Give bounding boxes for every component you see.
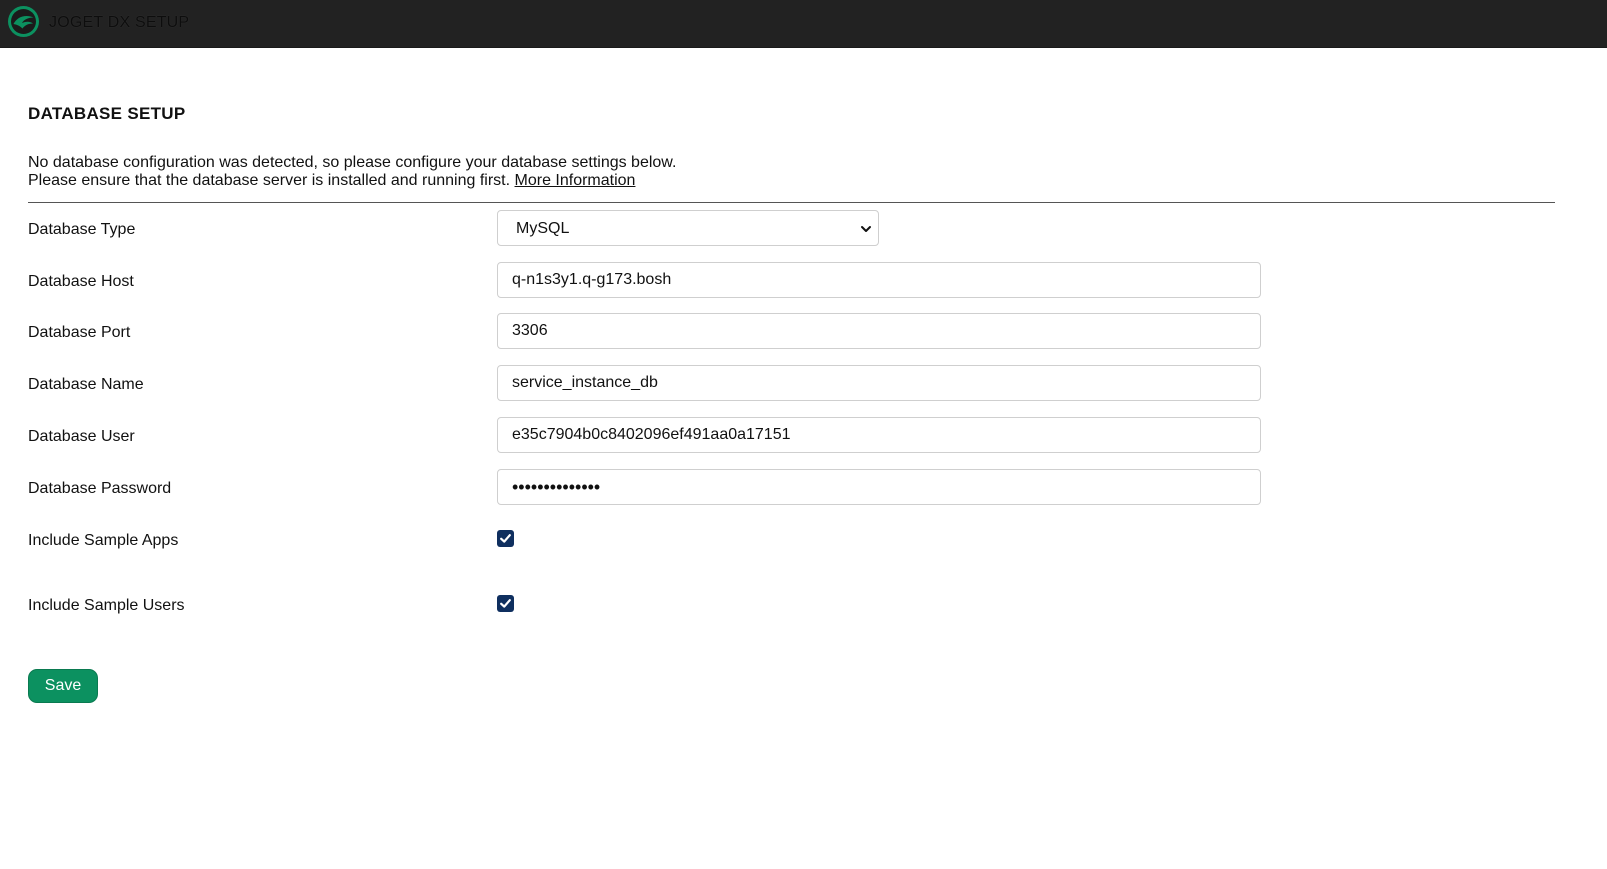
checkmark-icon bbox=[500, 534, 511, 543]
intro-text: No database configuration was detected, … bbox=[28, 154, 676, 190]
checkmark-icon bbox=[500, 599, 511, 608]
database-type-select[interactable]: MySQL bbox=[497, 210, 879, 246]
database-host-row: Database Host bbox=[28, 262, 1556, 298]
database-type-row: Database Type MySQL bbox=[28, 210, 1556, 246]
database-name-label: Database Name bbox=[28, 376, 144, 393]
intro-line-1: No database configuration was detected, … bbox=[28, 154, 677, 171]
database-port-label: Database Port bbox=[28, 324, 131, 341]
database-password-row: Database Password bbox=[28, 469, 1556, 505]
include-sample-users-row: Include Sample Users bbox=[28, 593, 1556, 629]
intro-line-2: Please ensure that the database server i… bbox=[28, 172, 676, 190]
database-user-row: Database User bbox=[28, 417, 1556, 453]
database-name-row: Database Name bbox=[28, 365, 1556, 401]
chevron-down-icon bbox=[859, 222, 873, 236]
include-sample-users-checkbox[interactable] bbox=[497, 595, 514, 612]
database-password-label: Database Password bbox=[28, 480, 172, 497]
database-name-input[interactable] bbox=[497, 365, 1261, 401]
app-title: JOGET DX SETUP bbox=[49, 14, 190, 31]
database-port-row: Database Port bbox=[28, 313, 1556, 349]
more-information-link[interactable]: More Information bbox=[515, 172, 636, 189]
database-host-label: Database Host bbox=[28, 273, 134, 290]
joget-logo-icon bbox=[7, 5, 40, 38]
database-password-input[interactable] bbox=[497, 469, 1261, 505]
divider bbox=[28, 202, 1555, 203]
save-button[interactable]: Save bbox=[28, 669, 98, 703]
database-user-input[interactable] bbox=[497, 417, 1261, 453]
include-sample-apps-checkbox[interactable] bbox=[497, 530, 514, 547]
database-host-input[interactable] bbox=[497, 262, 1261, 298]
database-user-label: Database User bbox=[28, 428, 135, 445]
intro-line-2-text: Please ensure that the database server i… bbox=[28, 172, 511, 189]
include-sample-apps-row: Include Sample Apps bbox=[28, 528, 1556, 564]
database-port-input[interactable] bbox=[497, 313, 1261, 349]
database-type-label: Database Type bbox=[28, 221, 136, 238]
include-sample-users-label: Include Sample Users bbox=[28, 597, 185, 614]
database-type-value: MySQL bbox=[516, 220, 570, 237]
top-bar: JOGET DX SETUP bbox=[0, 0, 1607, 48]
page-title: DATABASE SETUP bbox=[28, 104, 186, 123]
include-sample-apps-label: Include Sample Apps bbox=[28, 532, 179, 549]
